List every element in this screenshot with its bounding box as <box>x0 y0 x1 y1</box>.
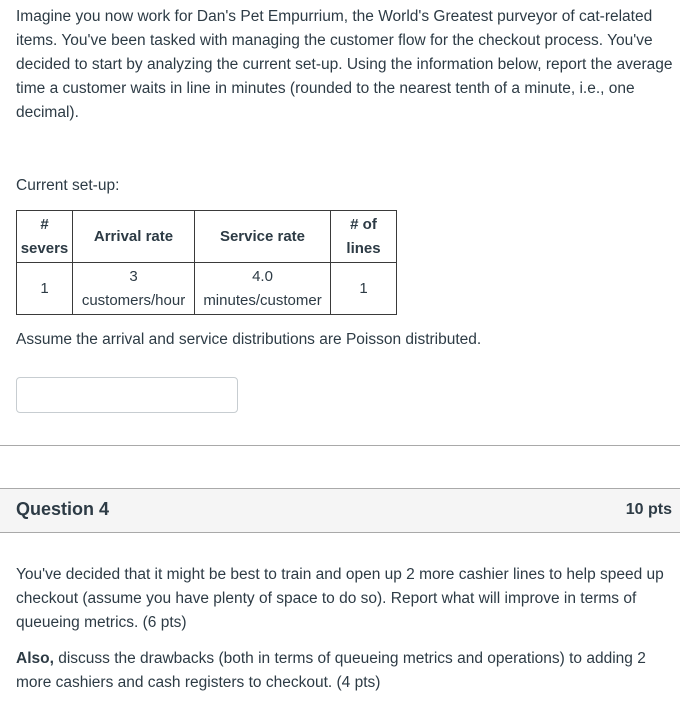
table-row: 1 3 customers/hour 4.0 minutes/customer … <box>16 262 397 315</box>
table-header-row: # severs Arrival rate Service rate # of … <box>16 210 397 263</box>
header-lines-line1: # of <box>350 215 377 233</box>
cell-lines: 1 <box>330 262 397 315</box>
question-title: Question 4 <box>16 499 110 519</box>
cell-arrival-rate-unit: customers/hour <box>81 291 186 309</box>
answer-input[interactable] <box>16 377 238 413</box>
cell-arrival-rate: 3 customers/hour <box>72 262 195 315</box>
cell-service-rate-unit: minutes/customer <box>203 291 322 309</box>
question-divider <box>0 445 680 446</box>
cell-lines-value: 1 <box>359 279 368 297</box>
question-4-body: You've decided that it might be best to … <box>16 563 676 707</box>
question-4-paragraph-1: You've decided that it might be best to … <box>16 566 664 631</box>
question-points: 10 pts <box>625 501 672 518</box>
header-lines-line2: lines <box>346 239 381 257</box>
question-4-paragraph-2-text: discuss the drawbacks (both in terms of … <box>16 650 646 691</box>
question-4-paragraph-2: Also, discuss the drawbacks (both in ter… <box>16 647 676 695</box>
cell-service-rate-value: 4.0 <box>252 267 273 285</box>
cell-service-rate: 4.0 minutes/customer <box>194 262 331 315</box>
header-servers: # severs <box>16 210 73 263</box>
header-service-rate: Service rate <box>194 210 331 263</box>
header-servers-line2: severs <box>20 239 69 257</box>
header-arrival-rate: Arrival rate <box>72 210 195 263</box>
header-service-rate-text: Service rate <box>219 227 306 245</box>
distribution-assumption: Assume the arrival and service distribut… <box>16 331 482 348</box>
setup-table: # severs Arrival rate Service rate # of … <box>16 210 397 315</box>
cell-servers: 1 <box>16 262 73 315</box>
header-servers-line1: # <box>40 215 49 233</box>
also-emphasis: Also, <box>16 650 54 667</box>
cell-servers-value: 1 <box>40 279 49 297</box>
question-4-header: Question 4 10 pts <box>0 488 680 533</box>
header-arrival-rate-text: Arrival rate <box>93 227 174 245</box>
question-3-prompt: Imagine you now work for Dan's Pet Empur… <box>16 8 673 121</box>
setup-label: Current set-up: <box>16 177 120 194</box>
cell-arrival-rate-value: 3 <box>129 267 138 285</box>
header-lines: # of lines <box>330 210 397 263</box>
